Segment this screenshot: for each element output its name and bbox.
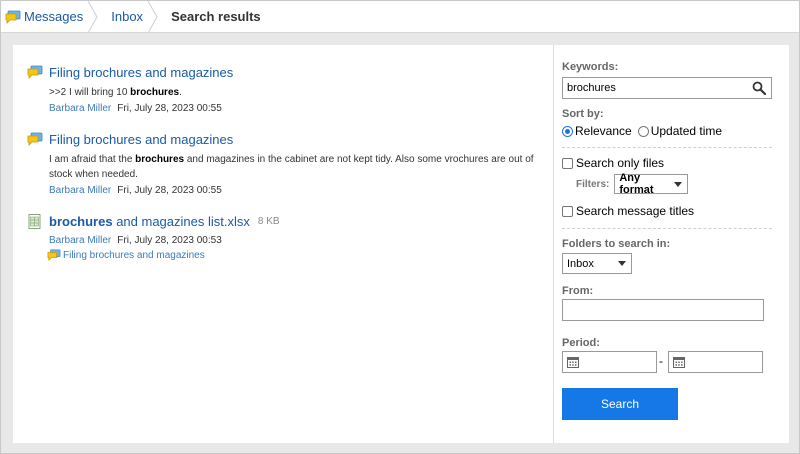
snippet-text: >>2 I will bring 10	[49, 87, 131, 98]
filters-select[interactable]: Any format	[614, 172, 689, 196]
result-title: Filing brochures and magazines	[49, 131, 234, 147]
titles-only-option[interactable]: Search message titles	[562, 204, 694, 218]
file-title-row: brochures and magazines list.xlsx 8 KB	[27, 210, 547, 232]
parent-message-label: Filing brochures and magazines	[63, 250, 205, 261]
period-start-input[interactable]	[562, 351, 657, 373]
filters-value: Any format	[619, 172, 654, 196]
breadcrumb-messages-label: Messages	[24, 9, 84, 24]
period-separator: -	[659, 354, 663, 368]
file-title-highlight: brochures	[49, 213, 113, 229]
sort-updated-label: Updated time	[650, 124, 723, 138]
files-only-option[interactable]: Search only files	[562, 156, 664, 170]
divider	[562, 228, 772, 229]
sort-relevance-radio[interactable]	[562, 125, 573, 137]
files-only-checkbox[interactable]	[562, 157, 573, 169]
file-size: 8 KB	[257, 215, 280, 227]
result-meta: Barbara Miller Fri, July 28, 2023 00:55	[49, 185, 547, 196]
message-icon	[47, 249, 61, 262]
sort-label: Sort by:	[562, 108, 604, 120]
result-author-link[interactable]: Barbara Miller	[49, 235, 111, 246]
titles-only-label: Search message titles	[576, 204, 695, 218]
search-icon[interactable]	[752, 81, 766, 95]
period-label: Period:	[562, 337, 600, 349]
from-input[interactable]	[562, 299, 764, 321]
filters-label: Filters:	[576, 178, 610, 190]
sort-relevance-label: Relevance	[575, 124, 632, 138]
filters-row: Filters: Any format	[576, 172, 689, 196]
result-date: Fri, July 28, 2023 00:53	[117, 235, 222, 246]
result-author-link[interactable]: Barbara Miller	[49, 185, 111, 196]
spreadsheet-file-icon	[28, 213, 41, 229]
keywords-label: Keywords:	[562, 61, 619, 73]
breadcrumb-current: Search results	[157, 1, 275, 32]
snippet-text: I am afraid that the	[49, 154, 136, 165]
sort-updated-option[interactable]: Updated time	[637, 124, 723, 138]
breadcrumb-inbox[interactable]: Inbox	[97, 1, 158, 33]
folder-value: Inbox	[567, 257, 594, 270]
sort-updated-radio[interactable]	[637, 125, 649, 137]
calendar-icon[interactable]	[567, 356, 579, 368]
from-label: From:	[562, 285, 594, 297]
search-button[interactable]: Search	[562, 388, 678, 420]
snippet-text: .	[179, 87, 182, 98]
message-icon	[27, 65, 43, 79]
messages-icon	[5, 10, 21, 24]
file-title-rest: and magazines list.xlsx	[112, 213, 250, 229]
keywords-input[interactable]	[563, 78, 743, 98]
folder-select[interactable]: Inbox	[562, 253, 632, 274]
files-only-label: Search only files	[576, 156, 665, 170]
snippet-highlight: brochures	[130, 87, 180, 98]
message-icon	[27, 132, 43, 146]
result-author-link[interactable]: Barbara Miller	[49, 103, 111, 114]
result-item-file: brochures and magazines list.xlsx 8 KB B…	[27, 210, 547, 262]
breadcrumb-current-label: Search results	[171, 9, 261, 24]
result-meta: Barbara Miller Fri, July 28, 2023 00:53	[49, 235, 547, 246]
breadcrumb-messages[interactable]: Messages	[1, 1, 98, 33]
result-title: Filing brochures and magazines	[49, 64, 234, 80]
content-panel: Filing brochures and magazines >>2 I wil…	[13, 45, 789, 443]
titles-only-checkbox[interactable]	[562, 205, 573, 217]
sort-options: Relevance Updated time	[562, 124, 728, 138]
file-title-link[interactable]: brochures and magazines list.xlsx	[49, 214, 250, 229]
result-snippet: I am afraid that the brochures and magaz…	[49, 152, 547, 182]
result-title-link[interactable]: Filing brochures and magazines	[27, 61, 547, 83]
result-date: Fri, July 28, 2023 00:55	[117, 103, 222, 114]
calendar-icon[interactable]	[673, 356, 685, 368]
result-snippet: >>2 I will bring 10 brochures.	[49, 85, 547, 100]
chevron-down-icon	[674, 181, 683, 187]
parent-message-link[interactable]: Filing brochures and magazines	[47, 249, 547, 262]
result-meta: Barbara Miller Fri, July 28, 2023 00:55	[49, 103, 547, 114]
result-date: Fri, July 28, 2023 00:55	[117, 185, 222, 196]
result-item: Filing brochures and magazines I am afra…	[27, 128, 547, 196]
result-item: Filing brochures and magazines >>2 I wil…	[27, 61, 547, 114]
sort-relevance-option[interactable]: Relevance	[562, 124, 632, 138]
app-frame: Messages Inbox Search results Filing bro…	[0, 0, 800, 454]
divider	[562, 147, 772, 148]
breadcrumb: Messages Inbox Search results	[1, 1, 799, 33]
result-title-link[interactable]: Filing brochures and magazines	[27, 128, 547, 150]
period-end-input[interactable]	[668, 351, 763, 373]
breadcrumb-inbox-label: Inbox	[111, 9, 144, 24]
chevron-down-icon	[618, 261, 626, 266]
keywords-field	[562, 77, 772, 99]
search-options-panel: Keywords: Sort by: Relevance Updated tim…	[553, 45, 789, 443]
folders-label: Folders to search in:	[562, 238, 671, 250]
snippet-highlight: brochures	[135, 154, 185, 165]
search-results-list: Filing brochures and magazines >>2 I wil…	[27, 61, 547, 276]
